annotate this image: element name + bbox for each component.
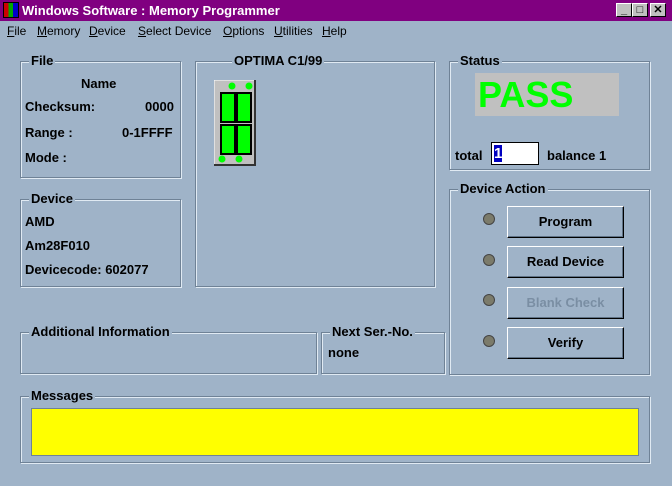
verify-button[interactable]: Verify (507, 327, 624, 359)
menu-bar: File Memory Device Select Device Options… (0, 21, 672, 41)
device-code: Devicecode: 602077 (25, 262, 149, 277)
verify-status-led (483, 335, 495, 347)
program-status-led (483, 213, 495, 225)
menu-memory[interactable]: Memory (37, 24, 80, 38)
total-label: total (455, 148, 483, 163)
menu-options[interactable]: Options (223, 24, 264, 38)
range-label: Range : (25, 125, 73, 140)
additional-info-group: Additional Information (20, 324, 317, 374)
menu-file[interactable]: File (7, 24, 26, 38)
window-title: Windows Software : Memory Programmer (22, 3, 280, 18)
maximize-button[interactable]: □ (632, 3, 648, 17)
device-manufacturer: AMD (25, 214, 55, 229)
programmer-name: OPTIMA C1/99 (232, 53, 325, 68)
menu-help[interactable]: Help (322, 24, 347, 38)
menu-device[interactable]: Device (89, 24, 126, 38)
menu-select-device[interactable]: Select Device (138, 24, 211, 38)
title-bar: Windows Software : Memory Programmer _ □… (0, 0, 672, 21)
device-legend: Device (29, 191, 75, 206)
status-legend: Status (458, 53, 502, 68)
program-button[interactable]: Program (507, 206, 624, 238)
balance-value: balance 1 (547, 148, 607, 163)
messages-legend: Messages (29, 388, 96, 403)
status-group: Status PASS total 1 balance 1 (449, 53, 650, 170)
file-legend: File (29, 53, 56, 68)
total-input[interactable]: 1 (491, 142, 539, 165)
additional-info-legend: Additional Information (29, 324, 172, 339)
blank-check-button[interactable]: Blank Check (507, 287, 624, 319)
range-value: 0-1FFFF (122, 125, 173, 140)
messages-area (31, 408, 639, 456)
device-group: Device AMD Am28F010 Devicecode: 602077 (20, 191, 181, 287)
messages-group: Messages (20, 388, 650, 463)
blank-check-status-led (483, 294, 495, 306)
read-status-led (483, 254, 495, 266)
mode-label: Mode : (25, 150, 67, 165)
status-result: PASS (475, 73, 619, 116)
app-icon[interactable] (3, 2, 19, 18)
programmer-sockets-icon[interactable] (214, 80, 256, 166)
checksum-value: 0000 (145, 99, 174, 114)
device-action-legend: Device Action (458, 181, 548, 196)
file-name-label: Name (81, 76, 117, 91)
menu-utilities[interactable]: Utilities (274, 24, 313, 38)
device-part: Am28F010 (25, 238, 91, 253)
read-device-button[interactable]: Read Device (507, 246, 624, 278)
checksum-label: Checksum: (25, 99, 96, 114)
next-serial-value: none (328, 345, 360, 360)
close-button[interactable]: ✕ (650, 3, 666, 17)
next-serial-legend: Next Ser.-No. (330, 324, 415, 339)
next-serial-group: Next Ser.-No. none (321, 324, 445, 374)
programmer-group: OPTIMA C1/99 (195, 53, 435, 287)
total-value: 1 (494, 145, 503, 162)
file-group: File Name Checksum: 0000 Range : 0-1FFFF… (20, 53, 181, 178)
minimize-button[interactable]: _ (616, 3, 632, 17)
blank-check-label: Blank Check (526, 295, 605, 310)
